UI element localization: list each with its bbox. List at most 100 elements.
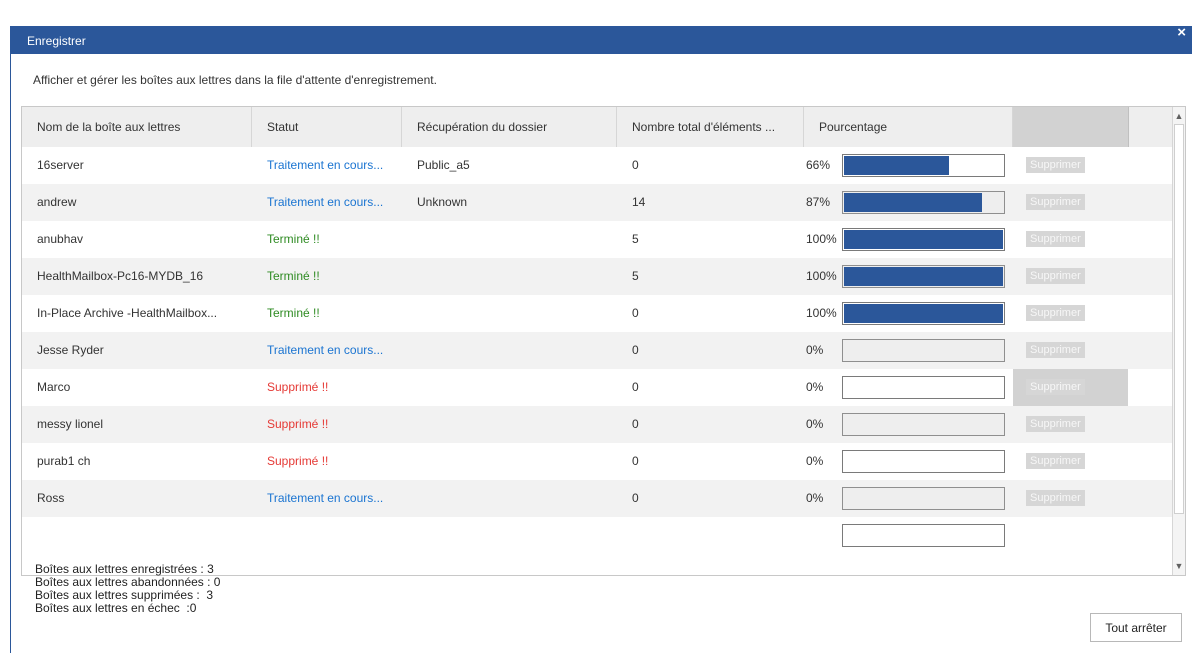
cell-mailbox-name: In-Place Archive -HealthMailbox...: [37, 306, 218, 320]
cell-mailbox-name: HealthMailbox-Pc16-MYDB_16: [37, 269, 204, 283]
summary-counts: Boîtes aux lettres enregistrées : 3 Boît…: [35, 563, 220, 615]
cell-status: Traitement en cours...: [267, 195, 384, 209]
table-row[interactable]: HealthMailbox-Pc16-MYDB_16 Terminé !! 5 100…: [22, 258, 1173, 295]
progress-bar: [842, 376, 1005, 399]
table-row[interactable]: purab1 ch Supprimé !! 0 0% Supprimer: [22, 443, 1173, 480]
table-row[interactable]: Ross Traitement en cours... 0 0% Supprimer: [22, 480, 1173, 517]
window-title: Enregistrer: [27, 34, 86, 48]
column-header-total-items[interactable]: Nombre total d'éléments ...: [617, 107, 804, 147]
cell-mailbox-name: Marco: [37, 380, 71, 394]
progress-bar-fill: [844, 267, 1003, 286]
window-title-bar: Enregistrer ×: [10, 24, 1192, 54]
progress-bar-fill: [844, 304, 1003, 323]
cell-status: Traitement en cours...: [267, 343, 384, 357]
table-row[interactable]: Jesse Ryder Traitement en cours... 0 0% Supp…: [22, 332, 1173, 369]
cell-percentage-label: 100%: [806, 232, 837, 246]
progress-bar: [842, 524, 1005, 547]
table-row[interactable]: 16server Traitement en cours... Public_a5 0…: [22, 147, 1173, 184]
cell-status: Supprimé !!: [267, 454, 329, 468]
progress-bar: [842, 265, 1005, 288]
delete-button[interactable]: Supprimer: [1026, 490, 1085, 506]
cell-status: Terminé !!: [267, 306, 320, 320]
table-row[interactable]: In-Place Archive -HealthMailbox... Termin…: [22, 295, 1173, 332]
scroll-down-arrow-icon[interactable]: ▼: [1173, 559, 1185, 573]
cell-status: Terminé !!: [267, 232, 320, 246]
vertical-scrollbar[interactable]: ▲ ▼: [1172, 107, 1185, 575]
cell-mailbox-name: [22, 517, 252, 554]
close-icon[interactable]: ×: [1177, 24, 1186, 41]
cell-folder-recovery: [402, 295, 617, 332]
progress-bar: [842, 339, 1005, 362]
cell-folder-recovery: [402, 258, 617, 295]
delete-button[interactable]: Supprimer: [1026, 305, 1085, 321]
cell-total-items: 0: [632, 158, 639, 172]
cell-mailbox-name: purab1 ch: [37, 454, 91, 468]
cell-status: Terminé !!: [267, 269, 320, 283]
cell-folder-recovery: [402, 443, 617, 480]
progress-bar-fill: [844, 230, 1003, 249]
delete-button[interactable]: Supprimer: [1026, 231, 1085, 247]
table-row[interactable]: andrew Traitement en cours... Unknown 14 87%…: [22, 184, 1173, 221]
delete-button[interactable]: Supprimer: [1026, 416, 1085, 432]
cell-folder-recovery: [402, 406, 617, 443]
cell-mailbox-name: Jesse Ryder: [37, 343, 104, 357]
cell-folder-recovery: Unknown: [417, 195, 468, 209]
progress-bar: [842, 191, 1005, 214]
scrollbar-thumb[interactable]: [1174, 124, 1184, 514]
cell-total-items: 5: [632, 232, 639, 246]
description-text: Afficher et gérer les boîtes aux lettres…: [33, 73, 437, 87]
cell-status: Supprimé !!: [267, 380, 329, 394]
table-row[interactable]: messy lionel Supprimé !! 0 0% Supprimer: [22, 406, 1173, 443]
progress-bar: [842, 302, 1005, 325]
delete-button[interactable]: Supprimer: [1026, 342, 1085, 358]
cell-folder-recovery: Public_a5: [417, 158, 470, 172]
delete-button[interactable]: Supprimer: [1026, 453, 1085, 469]
column-header-status[interactable]: Statut: [252, 107, 402, 147]
cell-percentage-label: 0%: [806, 491, 824, 505]
table-row[interactable]: anubhav Terminé !! 5 100% Supprimer: [22, 221, 1173, 258]
cell-total-items: 0: [632, 380, 639, 394]
cell-total-items: 0: [632, 306, 639, 320]
summary-failed-count: Boîtes aux lettres en échec :0: [35, 601, 197, 615]
cell-total-items: 5: [632, 269, 639, 283]
column-header-mailbox-name[interactable]: Nom de la boîte aux lettres: [22, 107, 252, 147]
cell-total-items: 0: [632, 491, 639, 505]
cell-percentage-label: 0%: [806, 454, 824, 468]
column-header-percentage[interactable]: Pourcentage: [804, 107, 1013, 147]
mailbox-queue-table: Nom de la boîte aux lettres Statut Récup…: [21, 106, 1186, 576]
delete-button[interactable]: Supprimer: [1026, 268, 1085, 284]
cell-folder-recovery: [402, 517, 617, 554]
cell-percentage-label: 0%: [806, 380, 824, 394]
progress-bar: [842, 487, 1005, 510]
delete-button[interactable]: Supprimer: [1026, 379, 1085, 395]
scroll-up-arrow-icon[interactable]: ▲: [1173, 109, 1185, 123]
progress-bar: [842, 228, 1005, 251]
cell-total-items: 0: [632, 343, 639, 357]
progress-bar-fill: [844, 193, 982, 212]
cell-mailbox-name: messy lionel: [37, 417, 104, 431]
table-header: Nom de la boîte aux lettres Statut Récup…: [22, 107, 1173, 147]
cell-status: Traitement en cours...: [267, 491, 384, 505]
cell-total-items: 14: [632, 195, 646, 209]
progress-bar: [842, 450, 1005, 473]
stop-all-button[interactable]: Tout arrêter: [1090, 613, 1182, 642]
cell-mailbox-name: andrew: [37, 195, 77, 209]
table-row[interactable]: Marco Supprimé !! 0 0% Supprimer: [22, 369, 1173, 406]
cell-total-items: [617, 517, 804, 554]
cell-mailbox-name: anubhav: [37, 232, 84, 246]
cell-percentage-label: 100%: [806, 306, 837, 320]
cell-folder-recovery: [402, 332, 617, 369]
progress-bar: [842, 413, 1005, 436]
cell-mailbox-name: Ross: [37, 491, 65, 505]
column-header-actions: [1013, 107, 1129, 147]
column-header-folder-recovery[interactable]: Récupération du dossier: [402, 107, 617, 147]
table-row[interactable]: [22, 517, 1173, 554]
cell-percentage-label: 0%: [806, 343, 824, 357]
cell-status: [252, 517, 402, 554]
cell-mailbox-name: 16server: [37, 158, 84, 172]
dialog-body: Afficher et gérer les boîtes aux lettres…: [10, 54, 1192, 653]
cell-percentage-label: 87%: [806, 195, 831, 209]
progress-bar: [842, 154, 1005, 177]
delete-button[interactable]: Supprimer: [1026, 194, 1085, 210]
delete-button[interactable]: Supprimer: [1026, 157, 1085, 173]
